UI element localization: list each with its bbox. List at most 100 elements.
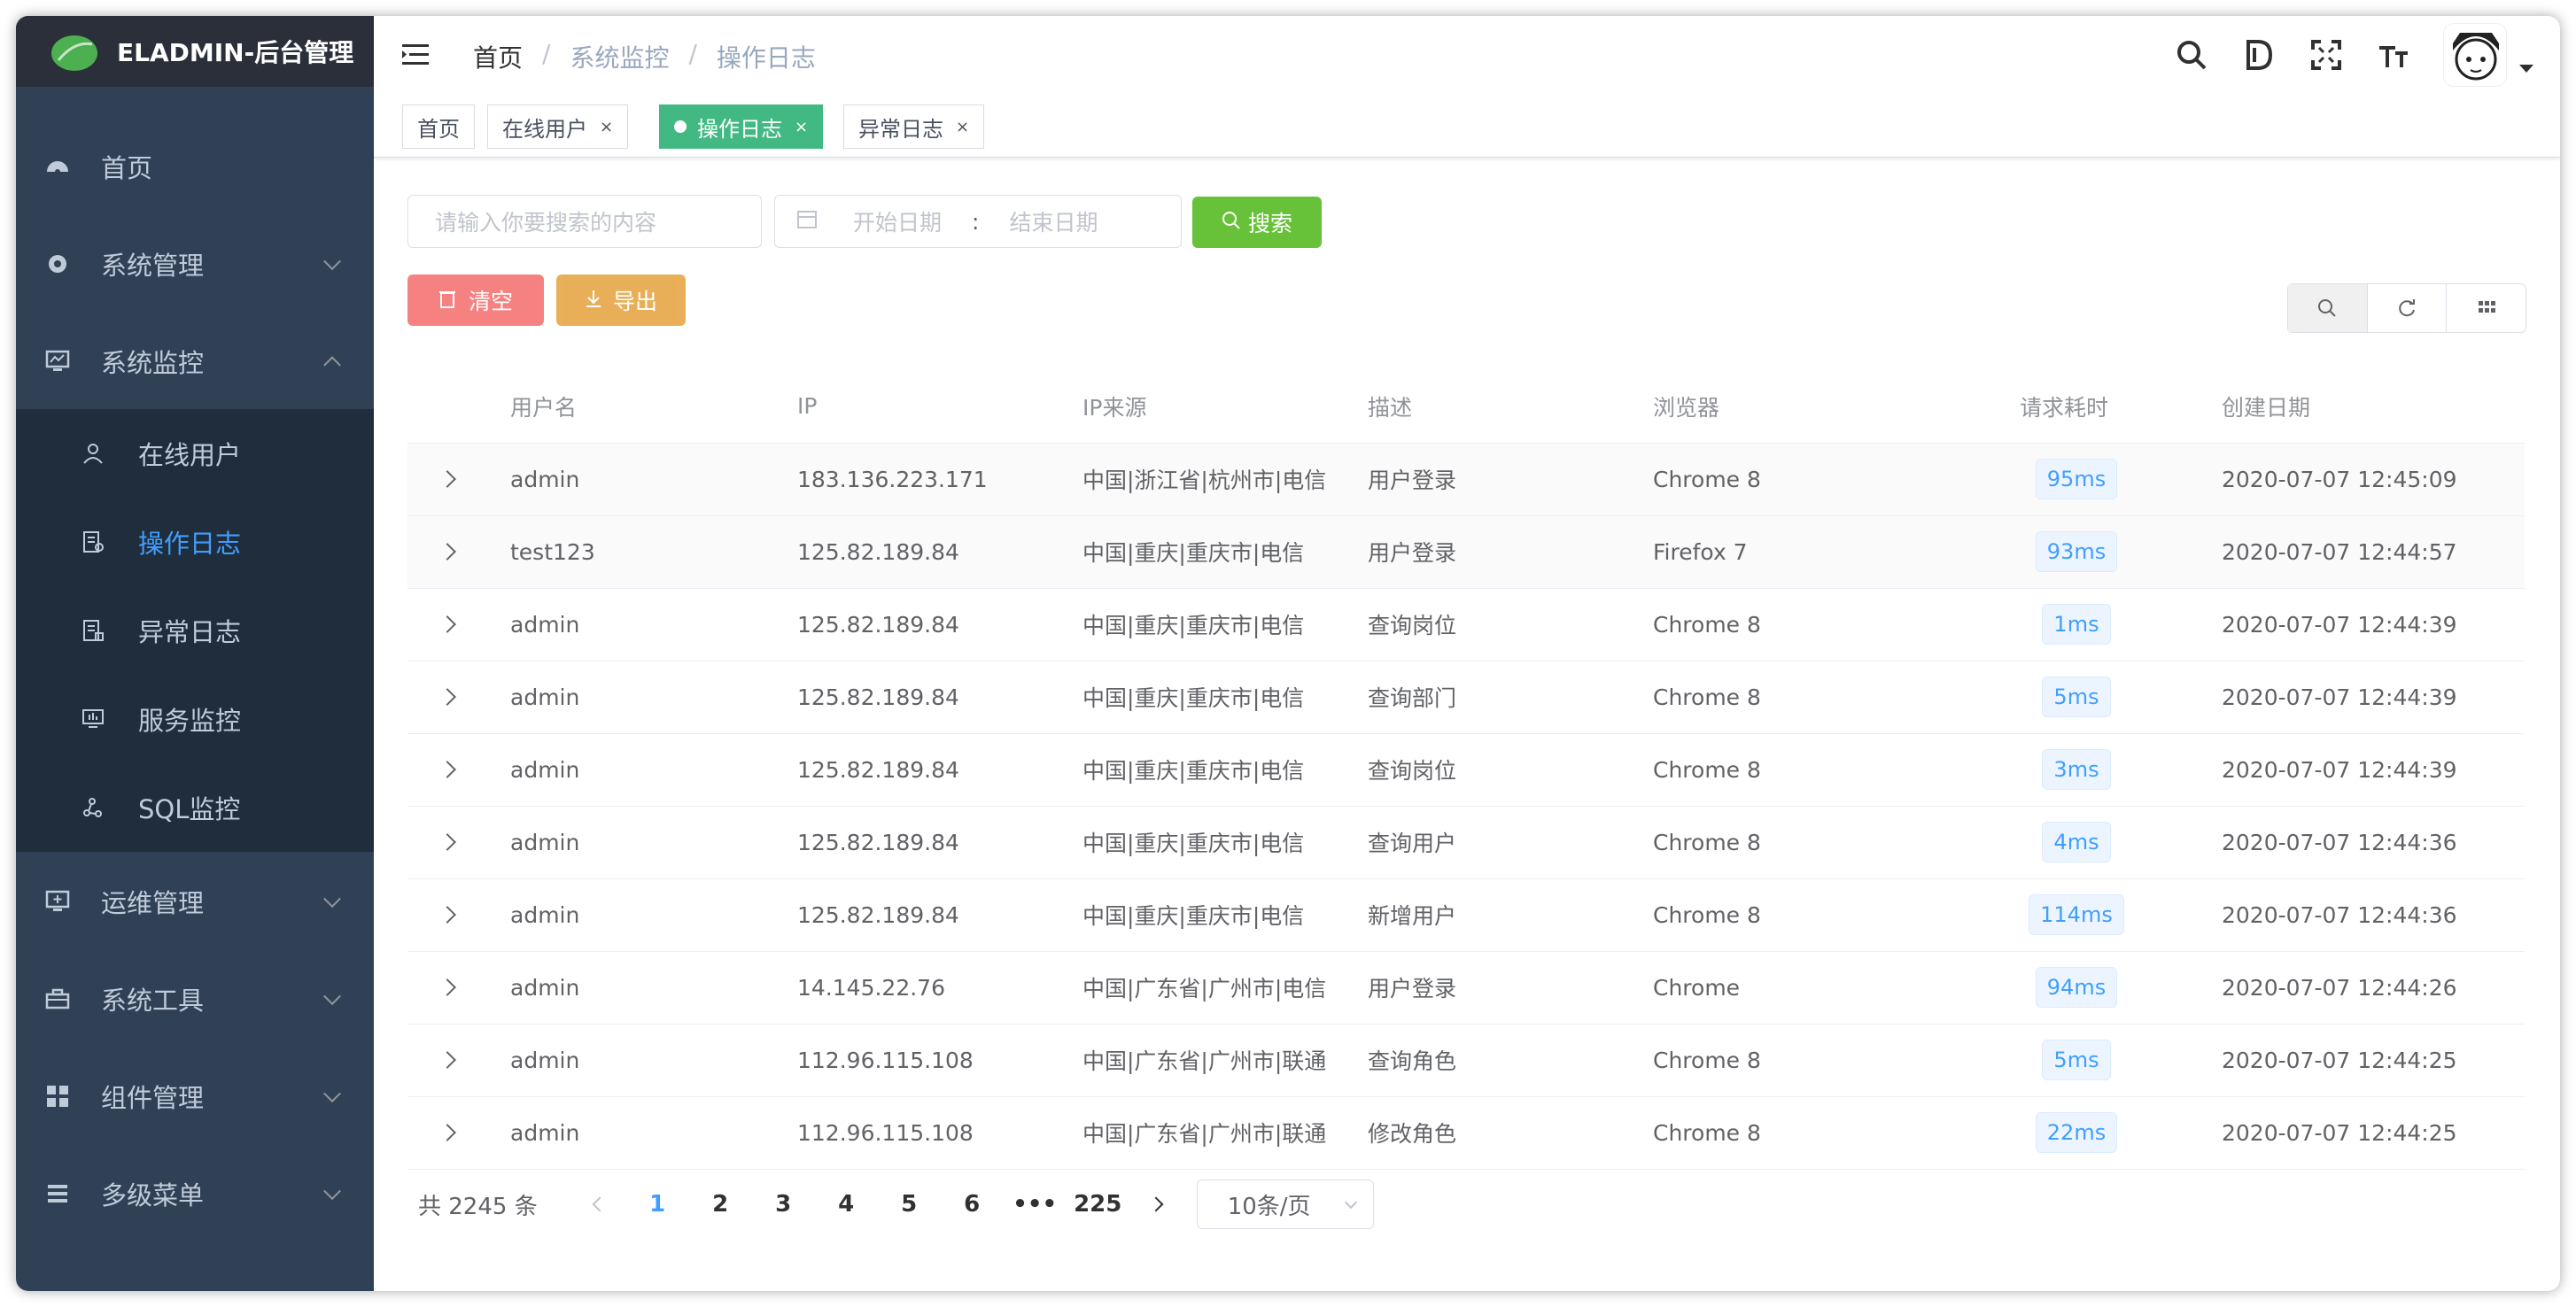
app-title: ELADMIN-后台管理 <box>117 38 354 67</box>
expand-cell[interactable] <box>407 733 510 807</box>
leaf-logo-icon <box>50 30 99 73</box>
export-button[interactable]: 导出 <box>556 275 686 326</box>
columns-button[interactable] <box>2447 284 2526 332</box>
expand-cell[interactable] <box>407 1096 510 1170</box>
close-icon[interactable]: × <box>795 118 808 136</box>
date-range-picker[interactable]: 开始日期 : 结束日期 <box>774 195 1182 248</box>
next-page-button[interactable] <box>1129 1196 1183 1212</box>
page-number[interactable]: 2 <box>689 1191 752 1218</box>
sidebar-item-label: 首页 <box>101 153 153 183</box>
search-icon[interactable] <box>2174 37 2209 73</box>
refresh-button[interactable] <box>2368 284 2448 332</box>
page-size-select[interactable]: 10条/页 <box>1196 1179 1374 1229</box>
sidebar-subitem-server-monitor[interactable]: 服务监控 <box>16 675 374 763</box>
table-cell: 125.82.189.84 <box>797 733 1082 807</box>
sidebar-subitem-error-log[interactable]: 异常日志 <box>16 586 374 675</box>
tag-error-log[interactable]: 异常日志 × <box>843 104 985 149</box>
table-row[interactable]: admin 125.82.189.84 中国|重庆|重庆市|电信 查询岗位 Chrome… <box>407 588 2525 661</box>
expand-cell[interactable] <box>407 588 510 661</box>
table-cell: Firefox 7 <box>1653 515 2020 589</box>
tag-operation-log[interactable]: 操作日志 × <box>659 104 824 149</box>
table-cell: 95ms <box>2020 443 2222 516</box>
table-cell: Chrome 8 <box>1653 661 2020 734</box>
grid-icon <box>44 1083 71 1110</box>
monitor-icon <box>44 348 71 375</box>
chevron-right-icon[interactable] <box>438 1124 456 1141</box>
table-tools <box>2287 283 2526 333</box>
expand-cell[interactable] <box>407 806 510 879</box>
table-row[interactable]: admin 125.82.189.84 中国|重庆|重庆市|电信 查询部门 Chrome… <box>407 661 2525 734</box>
expand-cell[interactable] <box>407 951 510 1025</box>
chevron-down-icon <box>1344 1195 1357 1210</box>
sidebar-item-tools[interactable]: 系统工具 <box>16 949 374 1048</box>
chevron-right-icon[interactable] <box>438 688 456 706</box>
sidebar-item-system[interactable]: 系统管理 <box>16 214 374 313</box>
table-cell: 125.82.189.84 <box>797 806 1082 879</box>
search-input[interactable]: 请输入你要搜索的内容 <box>407 195 762 248</box>
duration-badge: 94ms <box>2035 967 2118 1008</box>
sidebar-subitem-operation-log[interactable]: 操作日志 <box>16 498 374 586</box>
sidebar-subitem-sql-monitor[interactable]: SQL监控 <box>16 763 374 852</box>
fullscreen-icon[interactable] <box>2308 37 2344 73</box>
page-number[interactable]: 6 <box>941 1191 1004 1218</box>
expand-column-header <box>407 370 510 444</box>
table-row[interactable]: admin 125.82.189.84 中国|重庆|重庆市|电信 新增用户 Chrome… <box>407 878 2525 952</box>
expand-cell[interactable] <box>407 1024 510 1097</box>
sidebar-item-multilevel[interactable]: 多级菜单 <box>16 1144 374 1243</box>
page-number[interactable]: 3 <box>752 1191 815 1218</box>
logo-bar[interactable]: ELADMIN-后台管理 <box>16 16 374 87</box>
sidebar-item-ops[interactable]: 运维管理 <box>16 852 374 951</box>
avatar[interactable] <box>2443 23 2507 87</box>
tag-online-users[interactable]: 在线用户 × <box>487 104 629 149</box>
chevron-right-icon[interactable] <box>438 906 456 924</box>
page-number[interactable]: 4 <box>815 1191 878 1218</box>
font-size-icon[interactable] <box>2376 37 2411 73</box>
search-button[interactable]: 搜索 <box>1192 197 1322 248</box>
expand-cell[interactable] <box>407 443 510 516</box>
close-icon[interactable]: × <box>600 118 613 136</box>
chevron-right-icon[interactable] <box>438 615 456 633</box>
table-cell: Chrome 8 <box>1653 1096 2020 1170</box>
duration-badge: 95ms <box>2035 459 2118 499</box>
table-row[interactable]: admin 125.82.189.84 中国|重庆|重庆市|电信 查询岗位 Chrome… <box>407 733 2525 807</box>
chevron-right-icon[interactable] <box>438 1051 456 1069</box>
expand-cell[interactable] <box>407 661 510 734</box>
caret-down-icon[interactable] <box>2519 64 2533 73</box>
sidebar-item-home[interactable]: 首页 <box>16 117 374 216</box>
sidebar-item-components[interactable]: 组件管理 <box>16 1047 374 1146</box>
close-icon[interactable]: × <box>956 118 969 136</box>
breadcrumb-home[interactable]: 首页 <box>473 39 523 74</box>
chevron-down-icon <box>323 1182 341 1201</box>
table-row[interactable]: admin 125.82.189.84 中国|重庆|重庆市|电信 查询用户 Chrome… <box>407 806 2525 879</box>
sidebar-subitem-online-users[interactable]: 在线用户 <box>16 409 374 498</box>
trash-icon <box>438 288 456 313</box>
chevron-right-icon[interactable] <box>438 833 456 851</box>
chevron-right-icon[interactable] <box>438 470 456 488</box>
sidebar-item-monitor[interactable]: 系统监控 <box>16 312 374 411</box>
tag-home[interactable]: 首页 <box>402 104 475 149</box>
table-cell: Chrome 8 <box>1653 588 2020 661</box>
chevron-right-icon[interactable] <box>438 543 456 561</box>
docs-icon[interactable] <box>2241 37 2277 73</box>
table-row[interactable]: admin 14.145.22.76 中国|广东省|广州市|电信 用户登录 Chrome… <box>407 951 2525 1025</box>
page-number[interactable]: 225 <box>1067 1191 1129 1218</box>
chevron-right-icon[interactable] <box>438 978 456 996</box>
prev-page-button[interactable] <box>573 1196 626 1212</box>
page-number[interactable]: 5 <box>878 1191 941 1218</box>
dashboard-icon <box>44 153 71 180</box>
expand-cell[interactable] <box>407 878 510 952</box>
table-row[interactable]: admin 183.136.223.171 中国|浙江省|杭州市|电信 用户登录 Chr… <box>407 443 2525 516</box>
table-row[interactable]: admin 112.96.115.108 中国|广东省|广州市|联通 修改角色 Chro… <box>407 1096 2525 1170</box>
table-cell: 查询岗位 <box>1368 588 1653 661</box>
hamburger-icon[interactable] <box>400 41 432 69</box>
chevron-right-icon[interactable] <box>438 761 456 778</box>
table-row[interactable]: admin 112.96.115.108 中国|广东省|广州市|联通 查询角色 Chro… <box>407 1024 2525 1097</box>
page-ellipsis[interactable]: ••• <box>1004 1191 1067 1218</box>
page-number[interactable]: 1 <box>626 1191 689 1218</box>
content: 请输入你要搜索的内容 开始日期 : 结束日期 搜索 清空 导出 用户名 IP I… <box>374 159 2560 1291</box>
toggle-search-button[interactable] <box>2288 284 2368 332</box>
table-row[interactable]: test123 125.82.189.84 中国|重庆|重庆市|电信 用户登录 Fire… <box>407 515 2525 589</box>
clear-button[interactable]: 清空 <box>407 275 544 326</box>
ops-icon <box>44 888 71 915</box>
expand-cell[interactable] <box>407 515 510 589</box>
